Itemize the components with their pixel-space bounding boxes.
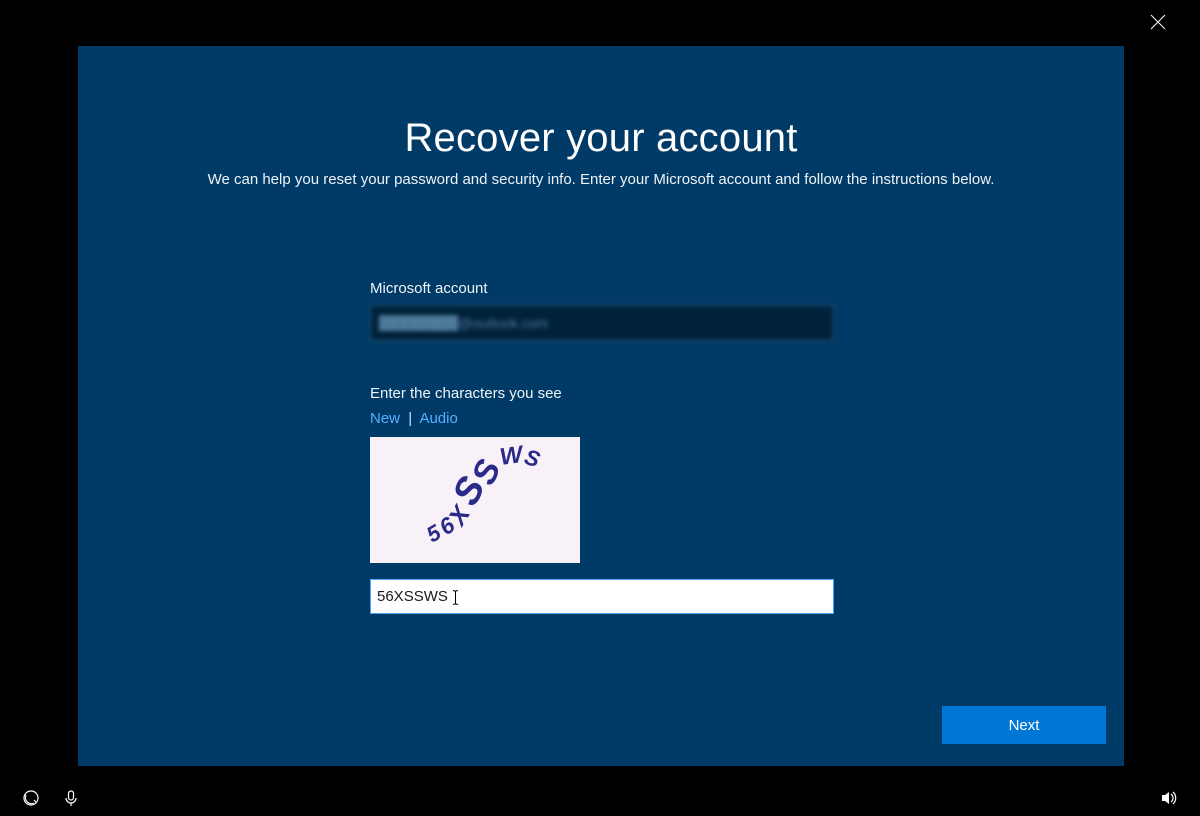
recover-panel: Recover your account We can help you res…: [78, 46, 1124, 766]
svg-text:S: S: [521, 444, 543, 472]
taskbar: [0, 780, 1200, 816]
window-root: Recover your account We can help you res…: [0, 0, 1200, 816]
close-icon[interactable]: [1150, 14, 1170, 34]
account-label: Microsoft account: [370, 280, 834, 297]
account-input[interactable]: [370, 305, 834, 341]
next-button[interactable]: Next: [942, 706, 1106, 744]
ease-of-access-icon[interactable]: [22, 789, 40, 807]
captcha-audio-link[interactable]: Audio: [419, 410, 457, 427]
captcha-links: New | Audio: [370, 410, 834, 427]
captcha-label: Enter the characters you see: [370, 385, 834, 402]
captcha-sep: |: [408, 410, 412, 427]
recover-form: Microsoft account Enter the characters y…: [370, 280, 834, 614]
captcha-image: 5 6 X S S W S: [370, 437, 580, 563]
captcha-input[interactable]: [370, 579, 834, 614]
page-title: Recover your account: [78, 116, 1124, 161]
captcha-new-link[interactable]: New: [370, 410, 400, 427]
page-subtitle: We can help you reset your password and …: [78, 171, 1124, 188]
dictation-icon[interactable]: [62, 789, 80, 807]
volume-icon[interactable]: [1160, 789, 1178, 807]
